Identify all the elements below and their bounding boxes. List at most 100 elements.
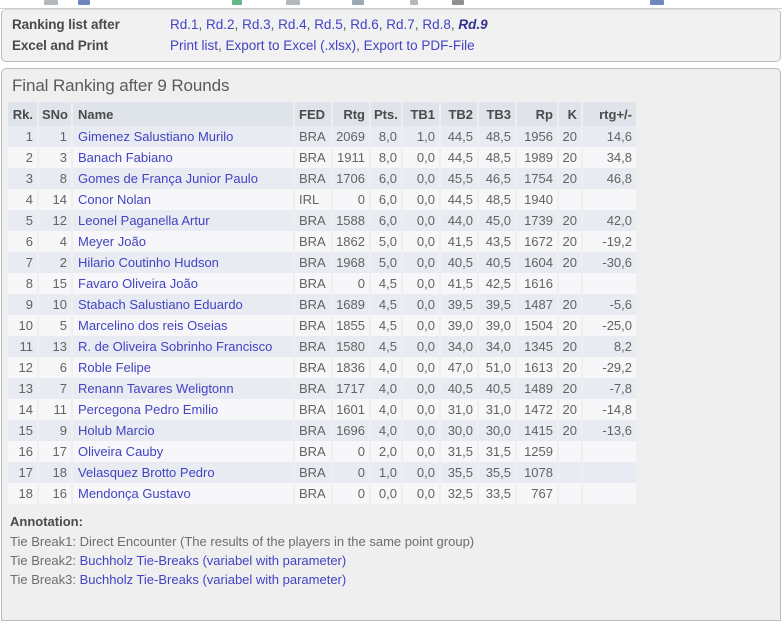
round-link-rd-4[interactable]: Rd.4 bbox=[278, 17, 307, 32]
player-name-link[interactable]: Gimenez Salustiano Murilo bbox=[78, 129, 233, 144]
cell-name[interactable]: Banach Fabiano bbox=[72, 147, 294, 168]
export-link-export-to-excel-xlsx[interactable]: Export to Excel (.xlsx) bbox=[226, 38, 357, 53]
column-header-tb3[interactable]: TB3 bbox=[478, 102, 517, 126]
export-links[interactable]: Print list, Export to Excel (.xlsx), Exp… bbox=[170, 36, 475, 55]
annotation-label: Tie Break2: bbox=[10, 553, 80, 568]
table-row[interactable]: 13 7 Renann Tavares Weligtonn BRA 1717 4,0 0,0… bbox=[8, 378, 636, 399]
cell-rtgd: -29,2 bbox=[582, 357, 636, 378]
cell-rp: 1259 bbox=[516, 441, 558, 462]
column-header-rtgd[interactable]: rtg+/- bbox=[582, 102, 636, 126]
round-link-rd-5[interactable]: Rd.5 bbox=[314, 17, 343, 32]
cell-name[interactable]: Marcelino dos reis Oseias bbox=[72, 315, 294, 336]
cell-tb1: 0,0 bbox=[402, 252, 440, 273]
table-row[interactable]: 14 11 Percegona Pedro Emilio BRA 1601 4,0 0,0 3… bbox=[8, 399, 636, 420]
round-link-rd-3[interactable]: Rd.3 bbox=[242, 17, 271, 32]
column-header-tb2[interactable]: TB2 bbox=[440, 102, 479, 126]
cell-rtgd: 14,6 bbox=[582, 126, 636, 147]
table-row[interactable]: 15 9 Holub Marcio BRA 1696 4,0 0,0 30,0 30,0 1415… bbox=[8, 420, 636, 441]
column-header-sno[interactable]: SNo bbox=[38, 102, 73, 126]
table-row[interactable]: 7 2 Hilario Coutinho Hudson BRA 1968 5,0 0,0 40… bbox=[8, 252, 636, 273]
column-header-k[interactable]: K bbox=[558, 102, 583, 126]
table-row[interactable]: 18 16 Mendonça Gustavo BRA 0 0,0 0,0 32,5 33,5 76… bbox=[8, 483, 636, 504]
cell-name[interactable]: R. de Oliveira Sobrinho Francisco bbox=[72, 336, 294, 357]
cell-name[interactable]: Renann Tavares Weligtonn bbox=[72, 378, 294, 399]
table-row[interactable]: 16 17 Oliveira Cauby BRA 0 2,0 0,0 31,5 31,5 1259 bbox=[8, 441, 636, 462]
cell-name[interactable]: Velasquez Brotto Pedro bbox=[72, 462, 294, 483]
cell-name[interactable]: Gimenez Salustiano Murilo bbox=[72, 126, 294, 147]
cell-name[interactable]: Conor Nolan bbox=[72, 189, 294, 210]
round-link-rd-8[interactable]: Rd.8 bbox=[422, 17, 451, 32]
chrome-fragment-1 bbox=[78, 0, 90, 5]
column-header-pts[interactable]: Pts. bbox=[370, 102, 403, 126]
player-name-link[interactable]: Roble Felipe bbox=[78, 360, 151, 375]
cell-rtg: 0 bbox=[332, 483, 370, 504]
cell-name[interactable]: Meyer João bbox=[72, 231, 294, 252]
cell-name[interactable]: Stabach Salustiano Eduardo bbox=[72, 294, 294, 315]
player-name-link[interactable]: Renann Tavares Weligtonn bbox=[78, 381, 234, 396]
table-row[interactable]: 1 1 Gimenez Salustiano Murilo BRA 2069 8,0 1,0… bbox=[8, 126, 636, 147]
column-header-name[interactable]: Name bbox=[72, 102, 295, 126]
cell-pts: 4,5 bbox=[370, 315, 402, 336]
round-link-rd-1[interactable]: Rd.1 bbox=[170, 17, 199, 32]
column-header-tb1[interactable]: TB1 bbox=[402, 102, 441, 126]
cell-name[interactable]: Holub Marcio bbox=[72, 420, 294, 441]
round-link-rd-7[interactable]: Rd.7 bbox=[386, 17, 415, 32]
round-link-rd-6[interactable]: Rd.6 bbox=[350, 17, 379, 32]
annotation-link[interactable]: Buchholz Tie-Breaks (variabel with param… bbox=[80, 553, 347, 568]
cell-tb1: 0,0 bbox=[402, 273, 440, 294]
cell-name[interactable]: Hilario Coutinho Hudson bbox=[72, 252, 294, 273]
cell-name[interactable]: Percegona Pedro Emilio bbox=[72, 399, 294, 420]
export-link-export-to-pdf-file[interactable]: Export to PDF-File bbox=[364, 38, 475, 53]
ranking-table: Rk. SNo Name FED Rtg Pts. TB1 TB2 TB3 Rp Krtg+/- 1… bbox=[8, 102, 636, 504]
table-row[interactable]: 4 14 Conor Nolan IRL 0 6,0 0,0 44,5 48,5 1940 bbox=[8, 189, 636, 210]
player-name-link[interactable]: Banach Fabiano bbox=[78, 150, 173, 165]
table-row[interactable]: 17 18 Velasquez Brotto Pedro BRA 0 1,0 0,0 35,5… bbox=[8, 462, 636, 483]
player-name-link[interactable]: Gomes de França Junior Paulo bbox=[78, 171, 258, 186]
column-header-fed[interactable]: FED bbox=[294, 102, 333, 126]
cell-name[interactable]: Roble Felipe bbox=[72, 357, 294, 378]
cell-name[interactable]: Favaro Oliveira João bbox=[72, 273, 294, 294]
column-header-rtg[interactable]: Rtg bbox=[332, 102, 371, 126]
cell-name[interactable]: Leonel Paganella Artur bbox=[72, 210, 294, 231]
table-row[interactable]: 10 5 Marcelino dos reis Oseias BRA 1855 4,5 0,… bbox=[8, 315, 636, 336]
player-name-link[interactable]: Holub Marcio bbox=[78, 423, 155, 438]
cell-rk: 13 bbox=[8, 378, 38, 399]
cell-tb1: 0,0 bbox=[402, 378, 440, 399]
cell-pts: 4,0 bbox=[370, 399, 402, 420]
player-name-link[interactable]: Oliveira Cauby bbox=[78, 444, 163, 459]
player-name-link[interactable]: Favaro Oliveira João bbox=[78, 276, 198, 291]
player-name-link[interactable]: Leonel Paganella Artur bbox=[78, 213, 210, 228]
column-header-rp[interactable]: Rp bbox=[516, 102, 559, 126]
player-name-link[interactable]: Hilario Coutinho Hudson bbox=[78, 255, 219, 270]
player-name-link[interactable]: Percegona Pedro Emilio bbox=[78, 402, 218, 417]
cell-name[interactable]: Mendonça Gustavo bbox=[72, 483, 294, 504]
cell-rk: 15 bbox=[8, 420, 38, 441]
table-row[interactable]: 12 6 Roble Felipe BRA 1836 4,0 0,0 47,0 51,0 1613… bbox=[8, 357, 636, 378]
table-row[interactable]: 9 10 Stabach Salustiano Eduardo BRA 1689 4,5 0… bbox=[8, 294, 636, 315]
table-row[interactable]: 8 15 Favaro Oliveira João BRA 0 4,5 0,0 41,5 42,… bbox=[8, 273, 636, 294]
annotation-link[interactable]: Buchholz Tie-Breaks (variabel with param… bbox=[80, 572, 347, 587]
player-name-link[interactable]: Stabach Salustiano Eduardo bbox=[78, 297, 243, 312]
table-row[interactable]: 5 12 Leonel Paganella Artur BRA 1588 6,0 0,0 44… bbox=[8, 210, 636, 231]
player-name-link[interactable]: Conor Nolan bbox=[78, 192, 151, 207]
round-link-rd-2[interactable]: Rd.2 bbox=[206, 17, 235, 32]
cell-name[interactable]: Gomes de França Junior Paulo bbox=[72, 168, 294, 189]
cell-name[interactable]: Oliveira Cauby bbox=[72, 441, 294, 462]
player-name-link[interactable]: Meyer João bbox=[78, 234, 146, 249]
cell-tb3: 40,5 bbox=[478, 252, 516, 273]
player-name-link[interactable]: Velasquez Brotto Pedro bbox=[78, 465, 215, 480]
round-link-current[interactable]: Rd.9 bbox=[458, 17, 487, 32]
player-name-link[interactable]: R. de Oliveira Sobrinho Francisco bbox=[78, 339, 272, 354]
export-link-print-list[interactable]: Print list bbox=[170, 38, 218, 53]
player-name-link[interactable]: Mendonça Gustavo bbox=[78, 486, 191, 501]
table-row[interactable]: 3 8 Gomes de França Junior Paulo BRA 1706 6,0… bbox=[8, 168, 636, 189]
player-name-link[interactable]: Marcelino dos reis Oseias bbox=[78, 318, 228, 333]
cell-rp: 1489 bbox=[516, 378, 558, 399]
table-row[interactable]: 6 4 Meyer João BRA 1862 5,0 0,0 41,5 43,5 1672 20-… bbox=[8, 231, 636, 252]
cell-pts: 6,0 bbox=[370, 168, 402, 189]
cell-tb2: 39,5 bbox=[440, 294, 478, 315]
table-row[interactable]: 11 13 R. de Oliveira Sobrinho Francisco BRA… bbox=[8, 336, 636, 357]
table-row[interactable]: 2 3 Banach Fabiano BRA 1911 8,0 0,0 44,5 48,5 198… bbox=[8, 147, 636, 168]
round-links[interactable]: Rd.1, Rd.2, Rd.3, Rd.4, Rd.5, Rd.6, Rd.7… bbox=[170, 15, 488, 34]
column-header-rk[interactable]: Rk. bbox=[8, 102, 39, 126]
